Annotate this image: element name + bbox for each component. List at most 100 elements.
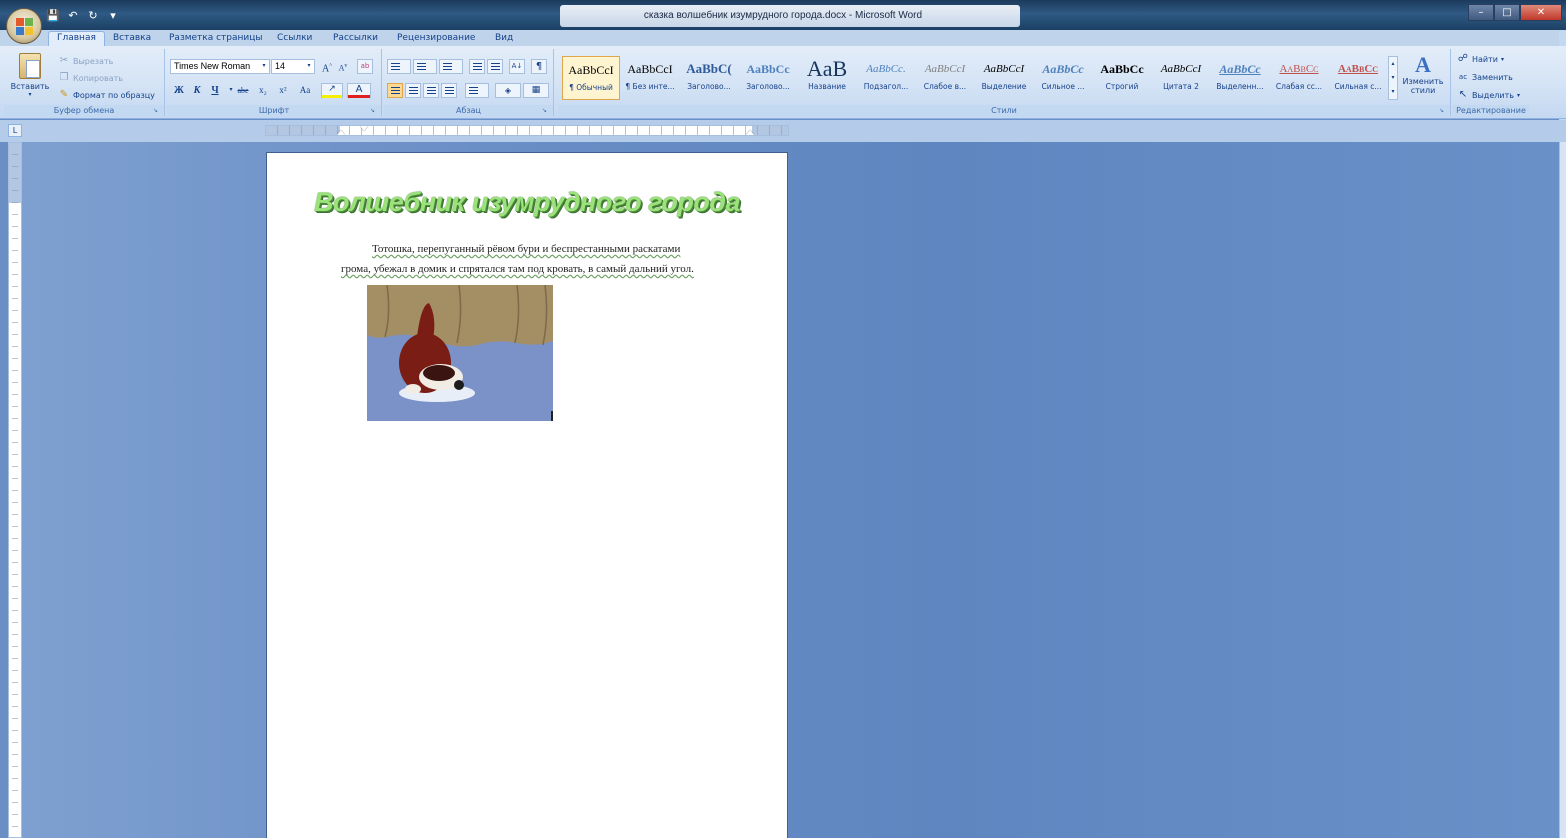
show-formatting-button[interactable]: ¶	[531, 59, 547, 74]
font-size-combo[interactable]: 14 ▾	[271, 59, 315, 74]
document-title-wordart[interactable]: Волшебник изумрудного города	[267, 187, 787, 218]
replace-label: Заменить	[1472, 72, 1513, 82]
align-center-button[interactable]	[405, 83, 421, 98]
left-indent-marker[interactable]	[337, 130, 345, 135]
line-spacing-button[interactable]	[465, 83, 489, 98]
font-name-combo[interactable]: Times New Roman ▾	[170, 59, 270, 74]
style-intense-reference[interactable]: AaBbCc Сильная с...	[1329, 56, 1387, 100]
underline-button[interactable]: Ч	[207, 83, 223, 98]
close-icon[interactable]: ✕	[1520, 4, 1562, 21]
paragraph-group: A↓ ¶ ◈ ▦ Абзац ↘	[384, 49, 554, 116]
numbering-icon	[417, 63, 426, 70]
cursor-icon: ↖	[1458, 89, 1468, 100]
format-painter-button[interactable]: ✎ Формат по образцу	[58, 89, 155, 101]
bold-button[interactable]: Ж	[171, 83, 187, 98]
change-case-button[interactable]: Aa	[297, 83, 313, 98]
shading-button[interactable]: ◈	[495, 83, 521, 98]
style-heading-2[interactable]: AaBbCc Заголово...	[739, 56, 797, 100]
style-sample: AaB	[806, 56, 848, 81]
customize-qat-icon[interactable]: ▾	[106, 9, 120, 23]
tab-page-layout[interactable]: Разметка страницы	[169, 32, 263, 46]
paragraph-line-1[interactable]: Тотошка, перепуганный рёвом бури и беспр…	[341, 243, 741, 255]
align-left-icon	[391, 87, 400, 94]
styles-scroll[interactable]: ▴ ▾ ▾	[1388, 56, 1398, 100]
style-name: Заголово...	[687, 82, 731, 91]
paragraph-line-2[interactable]: грома, убежал в домик и спрятался там по…	[341, 263, 741, 275]
tab-home[interactable]: Главная	[48, 31, 105, 46]
style-emphasis[interactable]: AaBbCcI Выделение	[975, 56, 1033, 100]
style-normal[interactable]: AaBbCcI ¶ Обычный	[562, 56, 620, 100]
style-intense-emphasis[interactable]: AaBbCc Сильное ...	[1034, 56, 1092, 100]
copy-button[interactable]: ❐ Копировать	[58, 72, 123, 84]
quick-access-toolbar: 💾 ↶ ↻ ▾	[46, 9, 120, 23]
toto-picture[interactable]	[367, 285, 553, 421]
style-quote-2[interactable]: AaBbCcI Цитата 2	[1152, 56, 1210, 100]
increase-indent-button[interactable]	[487, 59, 503, 74]
font-color-button[interactable]: A	[347, 83, 371, 98]
vertical-scrollbar[interactable]	[1559, 142, 1566, 838]
more-icon[interactable]: ▾	[1389, 85, 1397, 99]
justify-button[interactable]	[441, 83, 457, 98]
select-button[interactable]: ↖ Выделить ▾	[1457, 89, 1520, 101]
vertical-ruler[interactable]	[8, 142, 22, 838]
align-left-button[interactable]	[387, 83, 403, 98]
document-page[interactable]: Волшебник изумрудного города Тотошка, пе…	[266, 152, 788, 838]
office-button[interactable]	[6, 8, 42, 44]
minimize-icon[interactable]: –	[1468, 4, 1494, 21]
save-icon[interactable]: 💾	[46, 9, 60, 23]
right-indent-marker[interactable]	[746, 130, 754, 135]
bullets-button[interactable]	[387, 59, 411, 74]
style-intense-quote[interactable]: AaBbCc Выделенн...	[1211, 56, 1269, 100]
font-size-value: 14	[275, 61, 286, 71]
dialog-launcher-icon[interactable]: ↘	[153, 107, 161, 115]
style-subtle-emphasis[interactable]: AaBbCcI Слабое в...	[916, 56, 974, 100]
cut-label: Вырезать	[73, 56, 114, 66]
first-line-indent-marker[interactable]	[360, 126, 368, 131]
clear-formatting-button[interactable]: ab	[357, 59, 373, 74]
dialog-launcher-icon[interactable]: ↘	[370, 107, 378, 115]
decrease-indent-button[interactable]	[469, 59, 485, 74]
paste-button[interactable]: Вставить ▾	[10, 51, 50, 103]
borders-button[interactable]: ▦	[523, 83, 549, 98]
tab-mailings[interactable]: Рассылки	[333, 32, 378, 46]
dialog-launcher-icon[interactable]: ↘	[542, 107, 550, 115]
undo-icon[interactable]: ↶	[66, 9, 80, 23]
multilevel-list-button[interactable]	[439, 59, 463, 74]
highlight-button[interactable]: ↗	[321, 83, 343, 98]
horizontal-ruler[interactable]	[265, 125, 789, 136]
style-heading-1[interactable]: AaBbC( Заголово...	[680, 56, 738, 100]
find-button[interactable]: ☍ Найти ▾	[1457, 53, 1504, 65]
replace-icon: ac	[1458, 73, 1468, 81]
copy-icon: ❐	[59, 72, 69, 83]
decrease-indent-icon	[473, 63, 482, 70]
dialog-launcher-icon[interactable]: ↘	[1439, 107, 1447, 115]
style-subtle-reference[interactable]: AaBbCc Слабая сс...	[1270, 56, 1328, 100]
paste-label: Вставить	[10, 82, 50, 91]
numbering-button[interactable]	[413, 59, 437, 74]
shrink-font-button[interactable]: Av	[335, 59, 351, 74]
chevron-down-icon[interactable]: ▾	[1389, 71, 1397, 85]
grow-font-button[interactable]: A^	[319, 59, 335, 74]
style-subtitle[interactable]: AaBbCc. Подзагол...	[857, 56, 915, 100]
cut-button[interactable]: ✂ Вырезать	[58, 55, 114, 67]
style-no-spacing[interactable]: AaBbCcI ¶ Без инте...	[621, 56, 679, 100]
italic-button[interactable]: К	[189, 83, 205, 98]
maximize-icon[interactable]: □	[1494, 4, 1520, 21]
redo-icon[interactable]: ↻	[86, 9, 100, 23]
change-styles-button[interactable]: A Изменить стили	[1400, 53, 1446, 105]
replace-button[interactable]: ac Заменить	[1457, 71, 1513, 83]
align-right-button[interactable]	[423, 83, 439, 98]
style-title[interactable]: AaB Название	[798, 56, 856, 100]
superscript-button[interactable]: x²	[275, 83, 291, 98]
subscript-button[interactable]: x₂	[255, 83, 271, 98]
tab-selector[interactable]: L	[8, 124, 22, 137]
tab-view[interactable]: Вид	[495, 32, 513, 46]
chevron-up-icon[interactable]: ▴	[1389, 57, 1397, 71]
strikethrough-button[interactable]: abe	[235, 83, 251, 98]
sort-button[interactable]: A↓	[509, 59, 525, 74]
tab-insert[interactable]: Вставка	[113, 32, 151, 46]
tab-review[interactable]: Рецензирование	[397, 32, 475, 46]
editing-group: ☍ Найти ▾ ac Заменить ↖ Выделить ▾ Редак…	[1453, 49, 1529, 116]
tab-references[interactable]: Ссылки	[277, 32, 312, 46]
style-strong[interactable]: AaBbCc Строгий	[1093, 56, 1151, 100]
